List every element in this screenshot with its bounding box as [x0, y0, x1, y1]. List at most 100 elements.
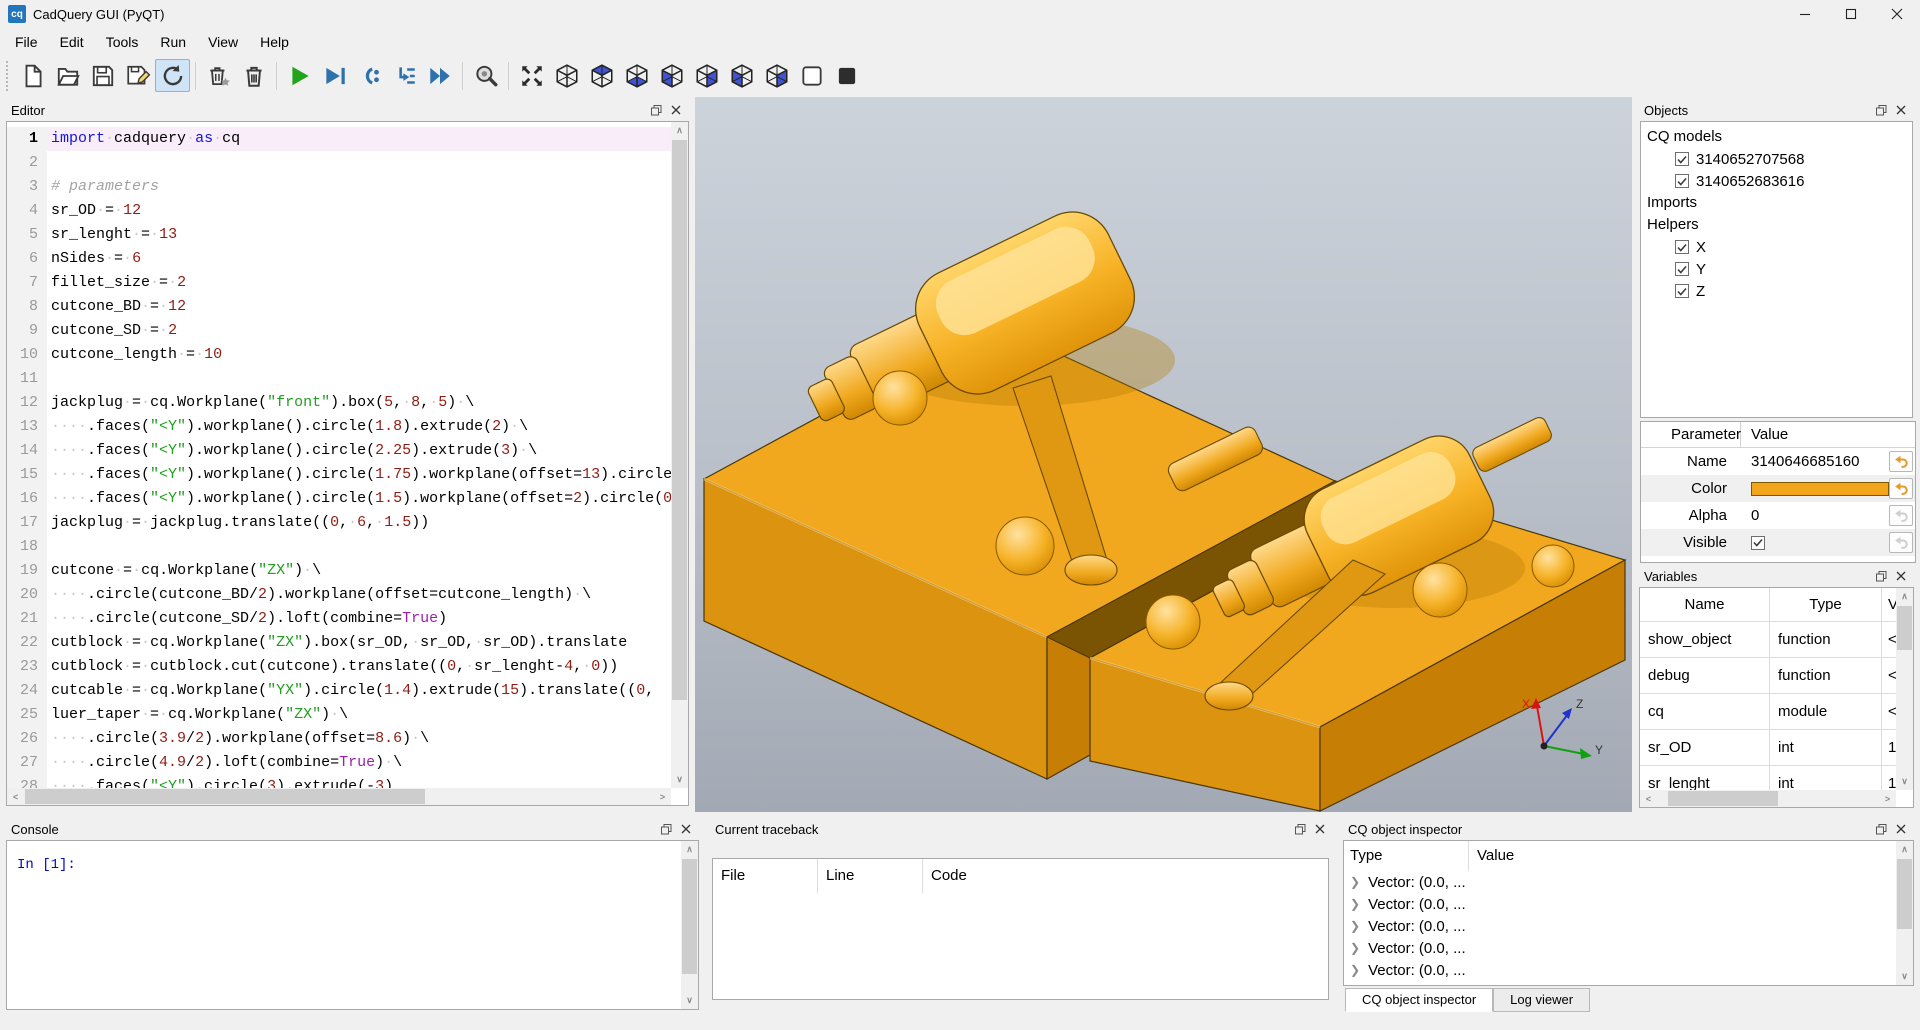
code-line-4[interactable]: 4sr_OD·=·12: [7, 199, 671, 223]
menu-edit[interactable]: Edit: [49, 30, 95, 54]
tree-group-imports[interactable]: Imports: [1647, 192, 1906, 214]
console-vscrollbar[interactable]: ∧ ∨: [681, 841, 698, 1009]
property-value[interactable]: 3140646685160: [1741, 453, 1889, 470]
code-line-9[interactable]: 9cutcone_SD·=·2: [7, 319, 671, 343]
tree-item[interactable]: 3140652707568: [1647, 148, 1906, 170]
variables-vscrollbar[interactable]: ∧ ∨: [1896, 588, 1913, 790]
save-button[interactable]: [85, 59, 120, 92]
code-line-15[interactable]: 15····.faces("<Y").workplane().circle(1.…: [7, 463, 671, 487]
code-line-5[interactable]: 5sr_lenght·=·13: [7, 223, 671, 247]
code-line-21[interactable]: 21····.circle(cutcone_SD/2).loft(combine…: [7, 607, 671, 631]
minimize-button[interactable]: [1782, 0, 1828, 28]
close-panel-icon[interactable]: [1312, 821, 1328, 837]
code-line-7[interactable]: 7fillet_size·=·2: [7, 271, 671, 295]
code-line-1[interactable]: 1import·cadquery·as·cq: [7, 127, 671, 151]
menu-run[interactable]: Run: [149, 30, 197, 54]
visible-checkbox[interactable]: [1751, 536, 1765, 550]
variable-row[interactable]: show_objectfunction<f: [1640, 621, 1896, 657]
maximize-button[interactable]: [1828, 0, 1874, 28]
expand-chevron-icon[interactable]: ❯: [1350, 941, 1360, 955]
undo-icon[interactable]: [1889, 451, 1913, 472]
tab-cq-object-inspector[interactable]: CQ object inspector: [1345, 988, 1493, 1012]
float-panel-icon[interactable]: [1292, 821, 1308, 837]
editor-hscroll-thumb[interactable]: [25, 789, 425, 804]
code-line-26[interactable]: 26····.circle(3.9/2).workplane(offset=8.…: [7, 727, 671, 751]
inspector-row[interactable]: ❯Vector: (0.0, ...: [1344, 893, 1896, 915]
code-line-2[interactable]: 2: [7, 151, 671, 175]
code-line-6[interactable]: 6nSides·=·6: [7, 247, 671, 271]
shaded-view-button[interactable]: [794, 59, 829, 92]
visibility-checkbox[interactable]: [1675, 152, 1689, 166]
inspect-button[interactable]: [468, 59, 503, 92]
float-panel-icon[interactable]: [658, 821, 674, 837]
variable-row[interactable]: cqmodule<m: [1640, 693, 1896, 729]
editor-vscrollbar[interactable]: ∧ ∨: [671, 122, 688, 788]
step-button[interactable]: [352, 59, 387, 92]
expand-chevron-icon[interactable]: ❯: [1350, 963, 1360, 977]
back-view-button[interactable]: [689, 59, 724, 92]
visibility-checkbox[interactable]: [1675, 174, 1689, 188]
debug-button[interactable]: [317, 59, 352, 92]
delete-all-button[interactable]: [236, 59, 271, 92]
delete-current-button[interactable]: [201, 59, 236, 92]
code-line-14[interactable]: 14····.faces("<Y").workplane().circle(2.…: [7, 439, 671, 463]
continue-button[interactable]: [422, 59, 457, 92]
variables-col-name[interactable]: Name: [1640, 588, 1770, 621]
expand-chevron-icon[interactable]: ❯: [1350, 919, 1360, 933]
code-line-17[interactable]: 17jackplug·=·jackplug.translate((0,·6,·1…: [7, 511, 671, 535]
viewport-3d[interactable]: X Z Y: [695, 97, 1632, 812]
inspector-row[interactable]: ❯Vector: (0.0, ...: [1344, 915, 1896, 937]
variables-col-type[interactable]: Type: [1770, 588, 1882, 621]
code-line-16[interactable]: 16····.faces("<Y").workplane().circle(1.…: [7, 487, 671, 511]
editor-vscroll-thumb[interactable]: [672, 140, 687, 700]
tree-group-helpers[interactable]: Helpers: [1647, 214, 1906, 236]
inspector-row[interactable]: ❯Vector: (0.0, ...: [1344, 959, 1896, 981]
front-view-button[interactable]: [654, 59, 689, 92]
float-panel-icon[interactable]: [1873, 821, 1889, 837]
close-button[interactable]: [1874, 0, 1920, 28]
save-as-button[interactable]: [120, 59, 155, 92]
console-vscroll-thumb[interactable]: [682, 859, 697, 974]
top-view-button[interactable]: [584, 59, 619, 92]
tree-item[interactable]: Z: [1647, 280, 1906, 302]
code-line-20[interactable]: 20····.circle(cutcone_BD/2).workplane(of…: [7, 583, 671, 607]
left-view-button[interactable]: [724, 59, 759, 92]
wireframe-view-button[interactable]: [829, 59, 864, 92]
close-panel-icon[interactable]: [1893, 821, 1909, 837]
code-line-28[interactable]: 28····.faces("<Y").circle(3).extrude(-3): [7, 775, 671, 788]
reload-button[interactable]: [155, 59, 190, 92]
code-line-18[interactable]: 18: [7, 535, 671, 559]
editor-hscrollbar[interactable]: < >: [7, 788, 671, 805]
float-panel-icon[interactable]: [1873, 568, 1889, 584]
code-line-25[interactable]: 25luer_taper·=·cq.Workplane("ZX")·\: [7, 703, 671, 727]
variables-col-value[interactable]: Value: [1882, 588, 1896, 621]
variables-vscroll-thumb[interactable]: [1897, 606, 1912, 650]
inspector-row[interactable]: ❯Vector: (0.0, ...: [1344, 937, 1896, 959]
tree-group-cq-models[interactable]: CQ models: [1647, 126, 1906, 148]
color-swatch[interactable]: [1751, 482, 1889, 496]
code-line-22[interactable]: 22cutblock·=·cq.Workplane("ZX").box(sr_O…: [7, 631, 671, 655]
variable-row[interactable]: sr_ODint12: [1640, 729, 1896, 765]
close-panel-icon[interactable]: [678, 821, 694, 837]
open-button[interactable]: [50, 59, 85, 92]
console-input-area[interactable]: In [1]: ∧ ∨: [6, 840, 699, 1010]
code-line-23[interactable]: 23cutblock·=·cutblock.cut(cutcone).trans…: [7, 655, 671, 679]
property-value[interactable]: [1741, 482, 1889, 496]
code-editor[interactable]: 1import·cadquery·as·cq23# parameters4sr_…: [6, 121, 689, 806]
code-line-19[interactable]: 19cutcone·=·cq.Workplane("ZX")·\: [7, 559, 671, 583]
undo-icon[interactable]: [1889, 478, 1913, 499]
close-panel-icon[interactable]: [668, 102, 684, 118]
menu-help[interactable]: Help: [249, 30, 300, 54]
tree-item[interactable]: X: [1647, 236, 1906, 258]
iso-view-button[interactable]: [549, 59, 584, 92]
float-panel-icon[interactable]: [648, 102, 664, 118]
visibility-checkbox[interactable]: [1675, 262, 1689, 276]
visibility-checkbox[interactable]: [1675, 284, 1689, 298]
property-value[interactable]: [1741, 536, 1889, 550]
bottom-view-button[interactable]: [619, 59, 654, 92]
new-file-button[interactable]: [15, 59, 50, 92]
inspector-vscrollbar[interactable]: ∧ ∨: [1896, 841, 1913, 985]
expand-chevron-icon[interactable]: ❯: [1350, 897, 1360, 911]
code-line-10[interactable]: 10cutcone_length·=·10: [7, 343, 671, 367]
code-line-27[interactable]: 27····.circle(4.9/2).loft(combine=True)·…: [7, 751, 671, 775]
